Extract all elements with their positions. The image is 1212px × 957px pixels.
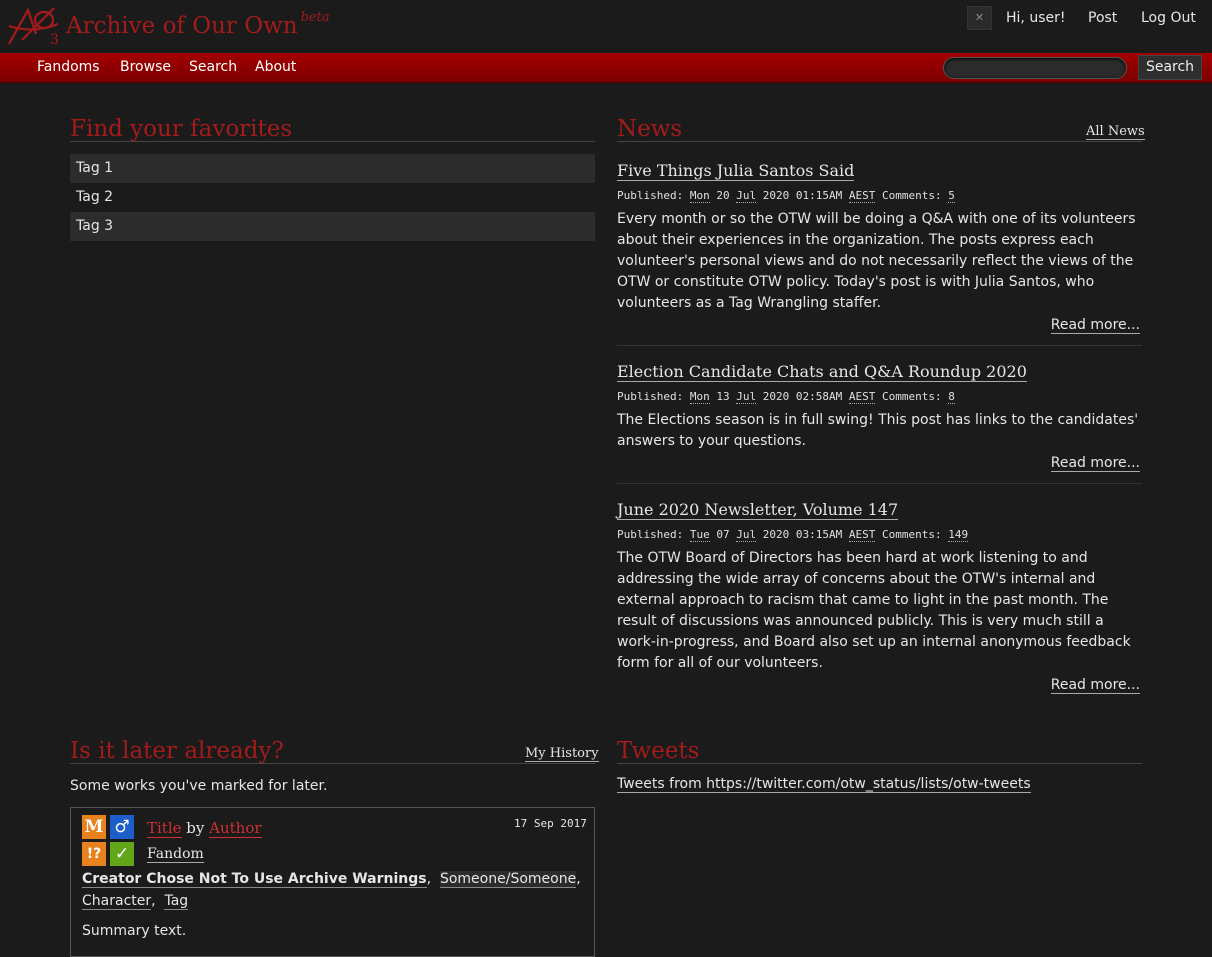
favorite-tag-item[interactable]: Tag 3 bbox=[70, 212, 595, 241]
character-tag[interactable]: Character bbox=[82, 893, 152, 910]
news-item-meta: Published: Tue 07 Jul 2020 03:15AM AEST … bbox=[617, 528, 969, 542]
work-date: 17 Sep 2017 bbox=[514, 817, 587, 830]
news-heading: News bbox=[617, 116, 683, 142]
work-fandom-link[interactable]: Fandom bbox=[147, 846, 204, 863]
work-tags: Creator Chose Not To Use Archive Warning… bbox=[82, 871, 581, 910]
my-history-link[interactable]: My History bbox=[525, 746, 599, 762]
comments-count-link[interactable]: 8 bbox=[948, 390, 955, 404]
news-item-title[interactable]: June 2020 Newsletter, Volume 147 bbox=[617, 500, 899, 520]
nav-about[interactable]: About bbox=[255, 59, 296, 75]
favorite-tag-item[interactable]: Tag 1 bbox=[70, 154, 595, 183]
work-heading: Title by Author bbox=[147, 819, 262, 838]
comments-count-link[interactable]: 5 bbox=[948, 189, 955, 203]
complete-checkmark-icon[interactable]: ✓ bbox=[110, 842, 134, 866]
post-link[interactable]: Post bbox=[1088, 10, 1117, 26]
favorites-heading: Find your favorites bbox=[70, 116, 293, 142]
ao3-logo-icon[interactable]: 3 bbox=[6, 4, 64, 48]
news-divider bbox=[617, 141, 1142, 142]
warning-choose-not-icon[interactable]: !? bbox=[82, 842, 106, 866]
later-heading: Is it later already? bbox=[70, 738, 284, 764]
logout-link[interactable]: Log Out bbox=[1141, 10, 1196, 26]
work-author-link[interactable]: Author bbox=[209, 819, 262, 838]
work-title-link[interactable]: Title bbox=[147, 819, 182, 838]
later-intro: Some works you've marked for later. bbox=[70, 778, 328, 794]
news-item-title[interactable]: Election Candidate Chats and Q&A Roundup… bbox=[617, 362, 1027, 382]
favorite-tag-item[interactable]: Tag 2 bbox=[70, 183, 595, 212]
search-button[interactable]: Search bbox=[1138, 55, 1202, 80]
search-input[interactable] bbox=[943, 57, 1127, 79]
news-separator bbox=[617, 483, 1142, 484]
news-item-title[interactable]: Five Things Julia Santos Said bbox=[617, 161, 855, 181]
tweets-link[interactable]: Tweets from https://twitter.com/otw_stat… bbox=[617, 776, 1031, 793]
news-item-body: Every month or so the OTW will be doing … bbox=[617, 211, 1136, 311]
user-avatar-icon[interactable]: ✕ bbox=[967, 6, 992, 30]
category-mm-icon[interactable]: ♂ bbox=[110, 815, 134, 839]
warning-tag[interactable]: Creator Chose Not To Use Archive Warning… bbox=[82, 871, 427, 888]
news-item-body: The OTW Board of Directors has been hard… bbox=[617, 550, 1131, 671]
nav-search[interactable]: Search bbox=[189, 59, 237, 75]
nav-browse[interactable]: Browse bbox=[120, 59, 171, 75]
all-news-link[interactable]: All News bbox=[1086, 124, 1145, 140]
rating-mature-icon[interactable]: M bbox=[82, 815, 106, 839]
beta-label: beta bbox=[300, 10, 330, 25]
relationship-tag[interactable]: Someone/Someone bbox=[439, 871, 577, 888]
site-title[interactable]: Archive of Our Own beta bbox=[66, 10, 330, 39]
freeform-tag[interactable]: Tag bbox=[164, 893, 189, 910]
news-item-body: The Elections season is in full swing! T… bbox=[617, 412, 1139, 449]
work-by-label: by bbox=[186, 819, 205, 837]
tweets-heading: Tweets bbox=[617, 738, 700, 764]
news-item-meta: Published: Mon 13 Jul 2020 02:58AM AEST … bbox=[617, 390, 955, 404]
tweets-divider bbox=[617, 763, 1142, 764]
nav-fandoms[interactable]: Fandoms bbox=[37, 59, 100, 75]
later-divider bbox=[70, 763, 595, 764]
comments-count-link[interactable]: 149 bbox=[948, 528, 969, 542]
news-item-meta: Published: Mon 20 Jul 2020 01:15AM AEST … bbox=[617, 189, 955, 203]
read-more-link[interactable]: Read more... bbox=[1050, 455, 1140, 472]
work-summary: Summary text. bbox=[82, 923, 187, 939]
news-separator bbox=[617, 345, 1142, 346]
read-more-link[interactable]: Read more... bbox=[1050, 677, 1140, 694]
favorites-divider bbox=[70, 141, 595, 142]
read-more-link[interactable]: Read more... bbox=[1050, 317, 1140, 334]
greeting-link[interactable]: Hi, user! bbox=[1006, 10, 1065, 26]
svg-text:3: 3 bbox=[50, 32, 59, 48]
site-header: 3 Archive of Our Own beta ✕ Hi, user! Pos… bbox=[0, 0, 1212, 53]
